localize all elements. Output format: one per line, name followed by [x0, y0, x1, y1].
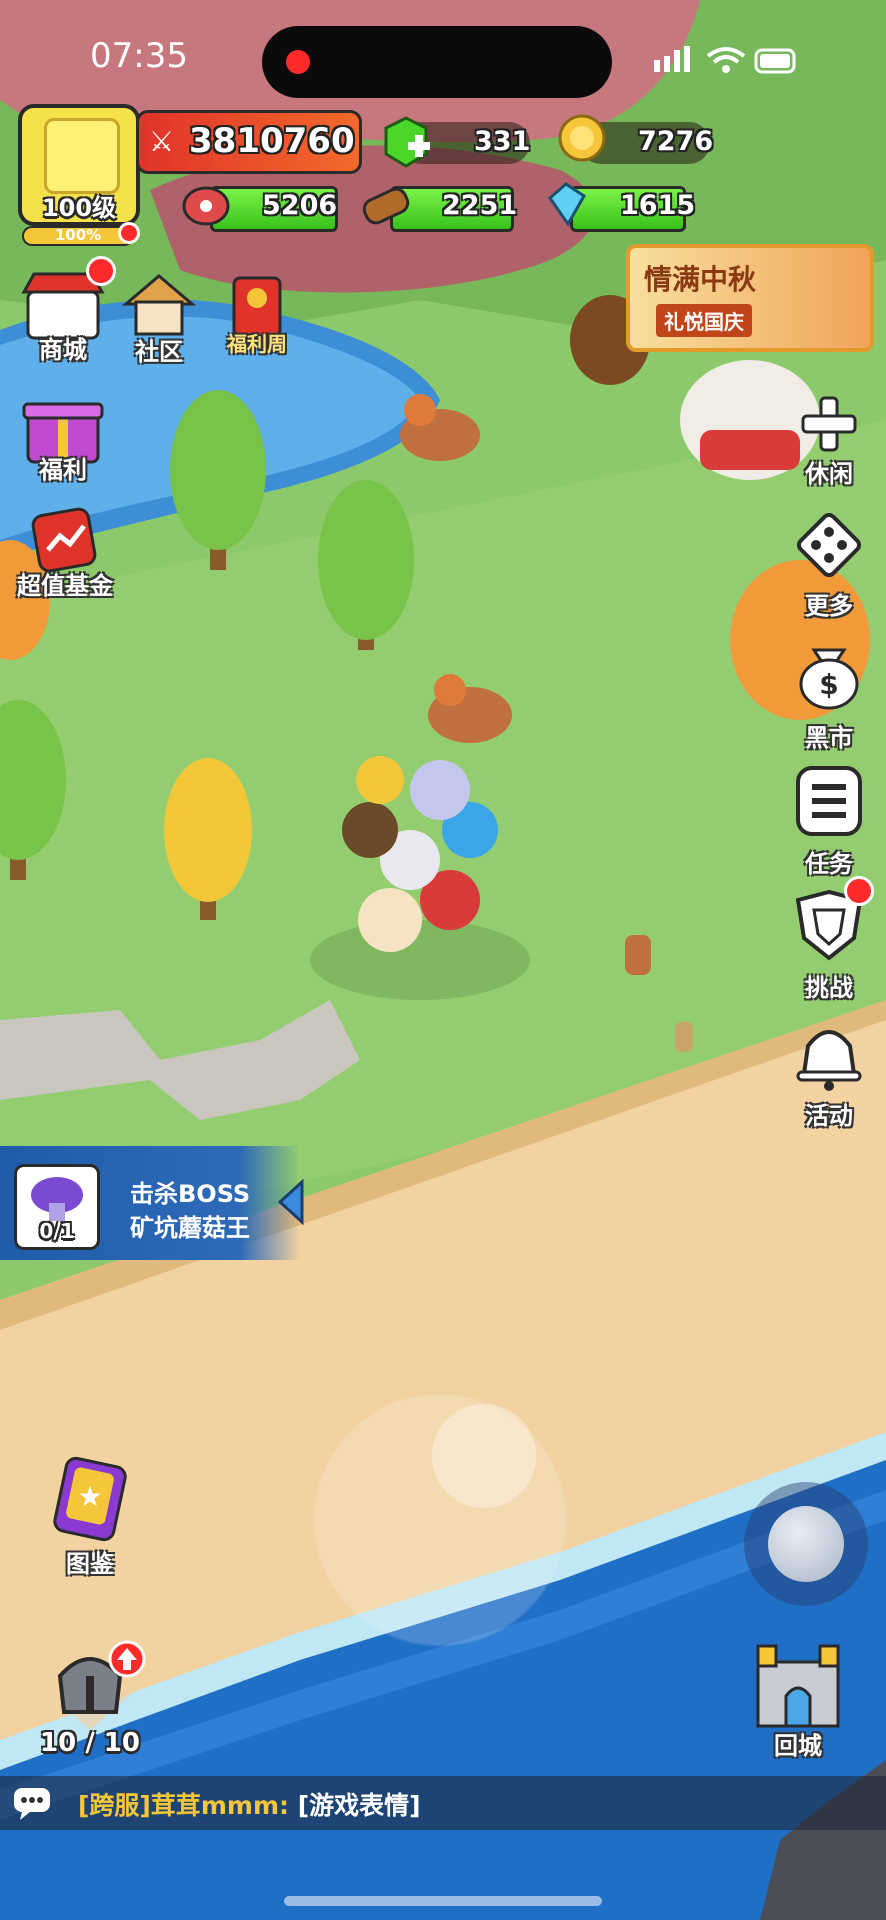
tasks-label: 任务 [805, 850, 853, 878]
wood-log-icon [362, 187, 410, 225]
avatar-portrait [44, 118, 120, 194]
return-city-button[interactable]: 回城 [746, 1636, 850, 1760]
challenge-notify-dot [844, 876, 874, 906]
player-avatar[interactable]: 100级 [18, 104, 140, 226]
more-button[interactable]: 更多 [784, 512, 874, 620]
svg-text:★: ★ [77, 1480, 102, 1513]
black-market-button[interactable]: $ 黑市 [784, 636, 874, 752]
battery-icon [754, 48, 796, 74]
more-label: 更多 [805, 592, 853, 620]
task-list-icon [796, 766, 862, 836]
castle-icon [756, 1644, 840, 1728]
dice-more-icon [796, 512, 862, 578]
chat-message: [游戏表情] [297, 1791, 421, 1820]
chat-message-line: [跨服]茸茸mmm: [游戏表情] [78, 1786, 421, 1822]
status-bar: 07:35 [0, 0, 886, 120]
exp-bar: 100% [22, 226, 134, 246]
welfare-week-label: 福利周 [227, 332, 287, 356]
shop-notify-dot [86, 256, 116, 286]
money-bag-icon: $ [799, 648, 859, 710]
status-icons [654, 46, 796, 74]
attack-button-core [768, 1506, 844, 1582]
return-city-label: 回城 [774, 1732, 822, 1760]
chat-sender: 茸茸mmm: [150, 1791, 290, 1820]
crystal-value: 1615 [620, 190, 696, 221]
gems-value: 331 [474, 126, 531, 157]
house-icon [121, 274, 197, 336]
avatar-notify-dot [118, 222, 140, 244]
gold-value: 7276 [638, 126, 714, 157]
status-time: 07:35 [90, 36, 188, 76]
quest-progress: 0/1 [39, 1219, 75, 1243]
event-banner[interactable]: 情满中秋 礼悦国庆 [626, 244, 874, 352]
meat-icon [182, 186, 230, 226]
events-button[interactable]: 活动 [784, 1016, 874, 1130]
chat-channel: [跨服] [78, 1791, 151, 1820]
wood-value: 2251 [442, 190, 518, 221]
crystal-icon [548, 182, 586, 227]
collapse-arrow-icon[interactable] [276, 1178, 306, 1226]
upgrade-arrow-icon [108, 1640, 146, 1678]
dynamic-island [262, 26, 612, 98]
gold-coin-icon [558, 114, 606, 162]
quest-boss-portrait: 0/1 [14, 1164, 100, 1250]
recording-dot [286, 50, 310, 74]
svg-text:$: $ [819, 668, 838, 701]
event-title: 情满中秋 [644, 263, 757, 296]
leisure-button[interactable]: 休闲 [784, 392, 874, 488]
meat-value: 5206 [262, 190, 338, 221]
leisure-label: 休闲 [805, 460, 853, 488]
game-scene[interactable]: 07:35 100级 100% ⚔ 3810760 331 7276 5206 … [0, 0, 886, 1920]
star-card-icon: ★ [40, 1442, 140, 1542]
gem-plus-icon[interactable] [378, 114, 434, 170]
welfare-week-button[interactable]: 福利周 [212, 268, 302, 358]
events-label: 活动 [805, 1102, 853, 1130]
community-label: 社区 [135, 338, 183, 366]
codex-button[interactable]: ★ 图鉴 [30, 1432, 150, 1582]
tasks-button[interactable]: 任务 [784, 764, 874, 878]
signal-icon [654, 46, 690, 72]
player-level: 100级 [41, 194, 117, 222]
community-button[interactable]: 社区 [114, 270, 204, 366]
welfare-button[interactable]: 福利 [18, 388, 108, 488]
mushroom-boss-icon [31, 1177, 83, 1221]
power-panel: ⚔ 3810760 [136, 110, 362, 174]
shop-label: 商城 [39, 336, 87, 364]
fund-button[interactable]: 超值基金 [10, 506, 120, 606]
quest-line2: 矿坑蘑菇王 [130, 1214, 250, 1242]
codex-label: 图鉴 [66, 1550, 114, 1578]
home-indicator[interactable] [284, 1896, 602, 1906]
bell-icon [796, 1030, 862, 1091]
quest-line1: 击杀BOSS [130, 1180, 251, 1208]
event-subtitle: 礼悦国庆 [656, 304, 752, 337]
power-value: 3810760 [189, 121, 355, 161]
black-market-label: 黑市 [805, 724, 853, 752]
quest-tracker[interactable]: 0/1 击杀BOSS 矿坑蘑菇王 [0, 1146, 300, 1260]
chat-bar[interactable]: [跨服]茸茸mmm: [游戏表情] [0, 1776, 886, 1830]
attack-button[interactable] [744, 1482, 868, 1606]
swords-icon: ⚔ [149, 125, 175, 158]
heroes-count: 10 / 10 [40, 1728, 140, 1758]
wifi-icon [706, 47, 746, 73]
fund-label: 超值基金 [17, 572, 113, 600]
welfare-label: 福利 [39, 456, 87, 484]
chat-bubble-icon[interactable] [12, 1786, 52, 1820]
plus-icon [801, 396, 857, 452]
challenge-label: 挑战 [805, 974, 853, 1002]
